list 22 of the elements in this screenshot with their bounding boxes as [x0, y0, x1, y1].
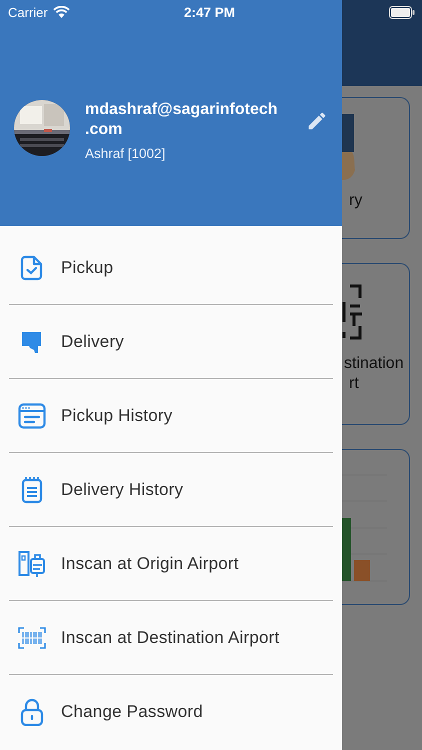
card-label: stination — [344, 354, 404, 374]
menu-item[interactable]: Inscan at Destination Airport — [9, 601, 333, 675]
menu-item[interactable]: Inscan at Origin Airport — [9, 527, 333, 601]
edit-icon[interactable] — [306, 110, 328, 132]
scanner-icon — [342, 282, 364, 342]
menu-item[interactable]: Pickup — [9, 231, 333, 305]
menu-card[interactable] — [342, 449, 410, 605]
user-email: mdashraf@sagarinfotech.com — [85, 100, 279, 140]
card-label: ry — [349, 192, 362, 210]
menu-item[interactable]: Change Password — [9, 675, 333, 748]
kiosk-luggage-icon — [17, 550, 47, 578]
menu-item[interactable]: Delivery History — [9, 453, 333, 527]
carrier-label: Carrier — [8, 4, 48, 20]
browser-window-icon — [17, 402, 47, 428]
menu-item[interactable]: Pickup History — [9, 379, 333, 453]
battery-icon — [389, 6, 415, 19]
clock-time: 2:47 PM — [184, 4, 236, 20]
user-name: Ashraf [1002] — [85, 146, 166, 161]
barcode-scan-icon — [17, 626, 47, 648]
card-label: rt — [349, 374, 359, 394]
wifi-icon — [52, 6, 70, 18]
menu-item[interactable]: Delivery — [9, 305, 333, 379]
